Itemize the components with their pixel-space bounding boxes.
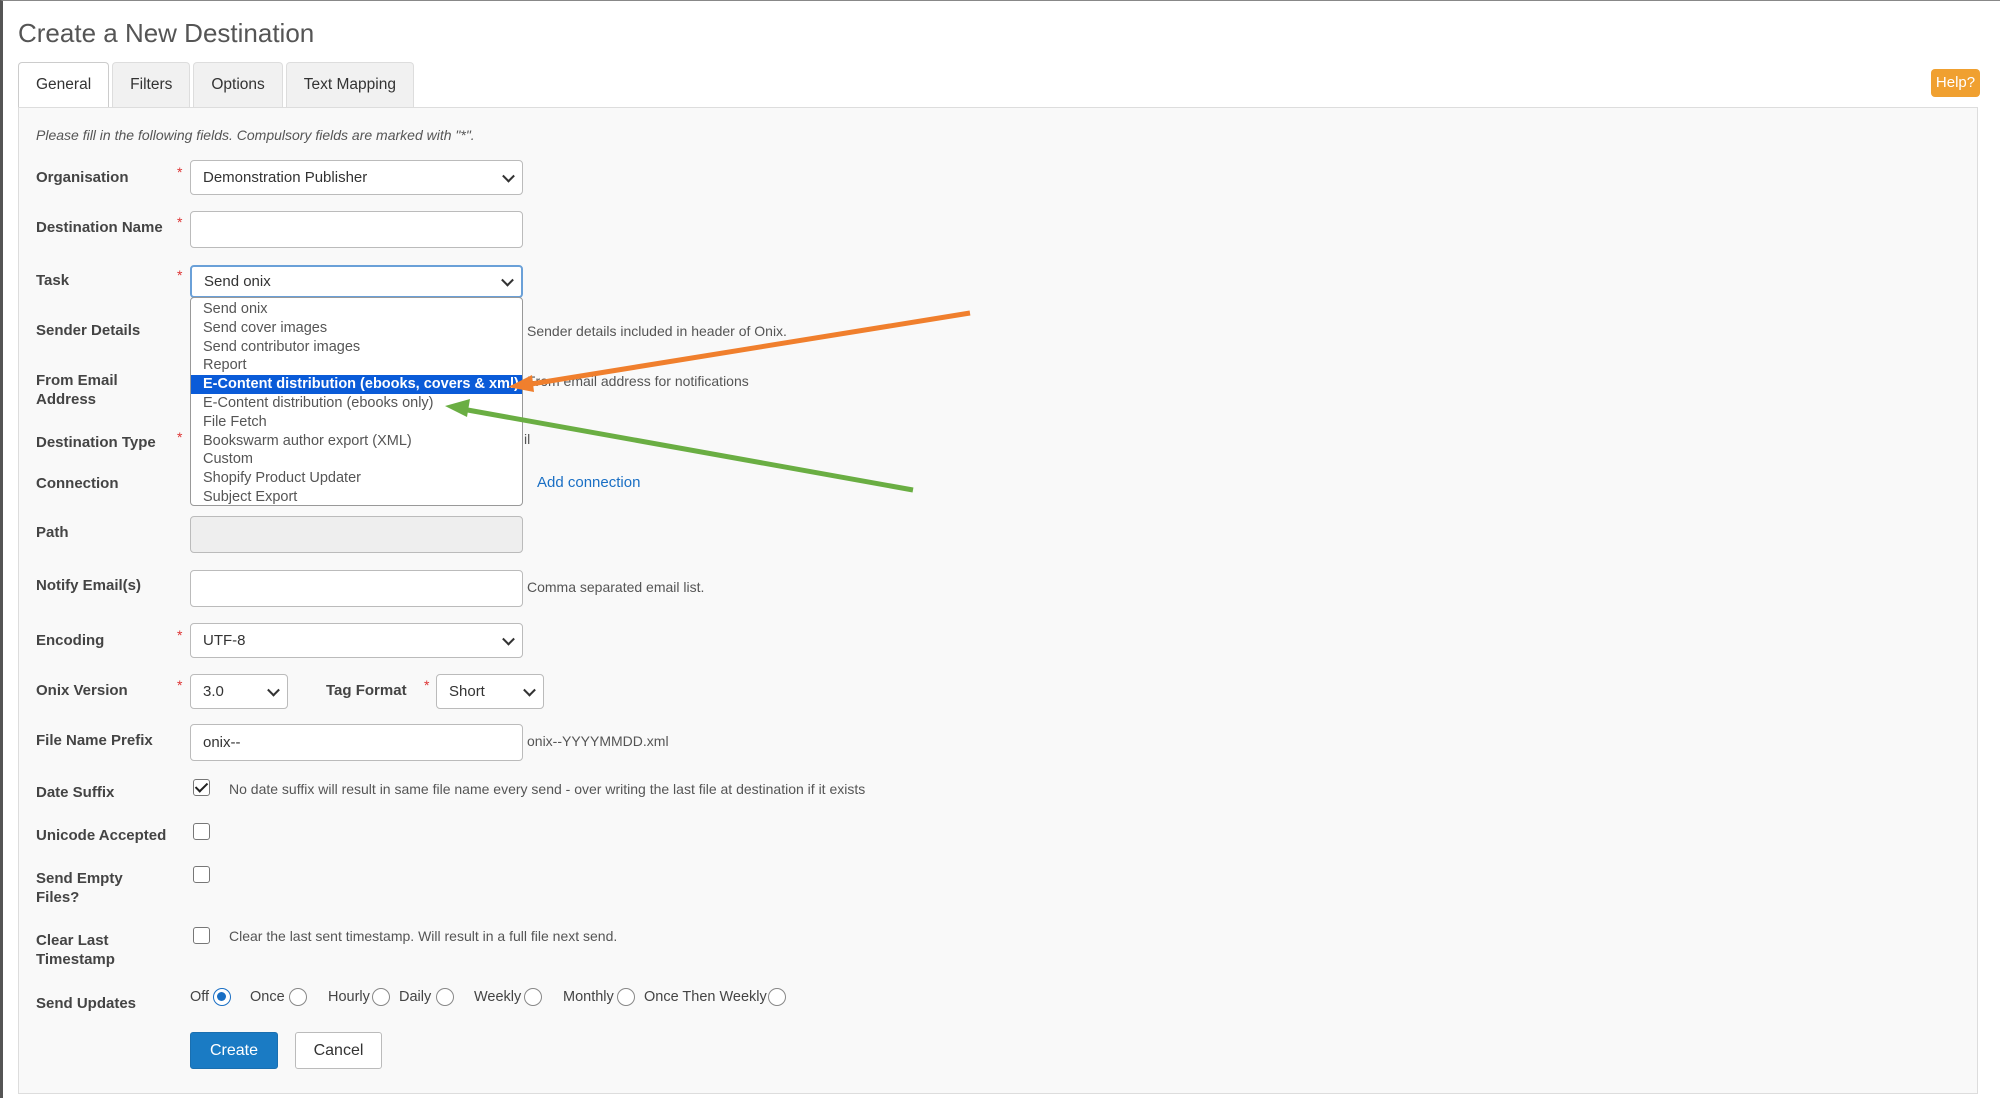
green-arrow [445,399,914,493]
annotation-arrows [445,310,971,493]
orange-arrow [508,310,971,392]
